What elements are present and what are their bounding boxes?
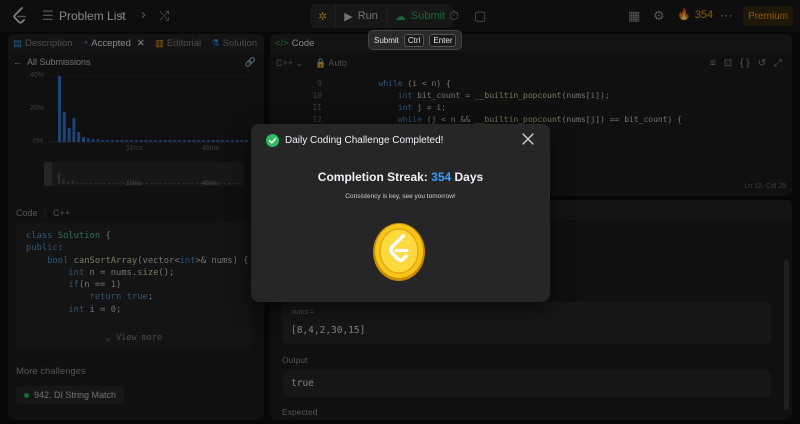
streak-suffix: Days [454, 170, 484, 184]
tooltip-key-enter: Enter [429, 33, 457, 47]
modal-subtitle: Consistency is key, see you tomorrow! [345, 193, 456, 200]
streak-prefix: Completion Streak: [317, 170, 428, 184]
streak-value: 354 [431, 170, 452, 184]
submit-tooltip: Submit Ctrl Enter [368, 30, 463, 50]
check-circle-icon [266, 134, 279, 147]
challenge-completed-modal: Daily Coding Challenge Completed! Comple… [251, 124, 550, 302]
close-icon[interactable] [521, 132, 535, 146]
modal-title: Daily Coding Challenge Completed! [285, 135, 444, 146]
tooltip-label: Submit [374, 35, 399, 45]
completion-streak: Completion Streak: 354 Days [251, 170, 550, 184]
leetcode-coin-icon [373, 223, 425, 281]
tooltip-key-ctrl: Ctrl [403, 33, 425, 47]
